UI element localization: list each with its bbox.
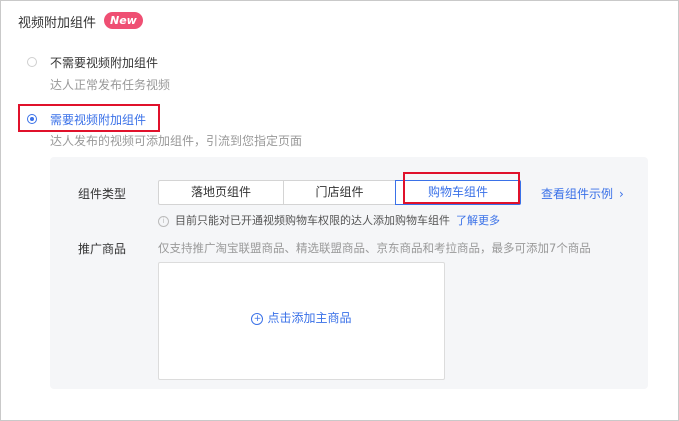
chevron-right-icon: › xyxy=(619,187,624,201)
option-no-component-desc: 达人正常发布任务视频 xyxy=(50,78,171,92)
segment-store[interactable]: 门店组件 xyxy=(283,180,396,205)
product-label: 推广商品 xyxy=(78,242,127,256)
option-need-component-desc: 达人发布的视频可添加组件，引流到您指定页面 xyxy=(50,134,303,148)
segment-shopping-cart[interactable]: 购物车组件 xyxy=(395,180,521,205)
option-need-component-label[interactable]: 需要视频附加组件 xyxy=(50,111,146,128)
radio-no-component[interactable] xyxy=(27,57,37,67)
new-badge: New xyxy=(104,12,143,29)
learn-more-link[interactable]: 了解更多 xyxy=(456,214,500,227)
section-title: 视频附加组件 xyxy=(18,16,97,31)
segment-landing-page[interactable]: 落地页组件 xyxy=(158,180,284,205)
product-description: 仅支持推广淘宝联盟商品、精选联盟商品、京东商品和考拉商品，最多可添加7个商品 xyxy=(158,241,591,255)
cart-hint: i 目前只能对已开通视频购物车权限的达人添加购物车组件 了解更多 xyxy=(158,212,500,228)
view-example-link[interactable]: 查看组件示例 › xyxy=(541,185,624,202)
cart-hint-text: 目前只能对已开通视频购物车权限的达人添加购物车组件 xyxy=(175,214,450,227)
radio-need-component[interactable] xyxy=(27,114,37,124)
add-product-label: 点击添加主商品 xyxy=(267,311,352,325)
add-product-button[interactable]: + 点击添加主商品 xyxy=(159,309,444,326)
component-type-label: 组件类型 xyxy=(78,187,127,201)
plus-circle-icon: + xyxy=(251,312,264,325)
view-example-text: 查看组件示例 xyxy=(541,187,614,201)
option-no-component-label[interactable]: 不需要视频附加组件 xyxy=(50,54,158,71)
info-icon: i xyxy=(158,215,169,227)
add-product-box[interactable]: + 点击添加主商品 xyxy=(158,262,445,380)
